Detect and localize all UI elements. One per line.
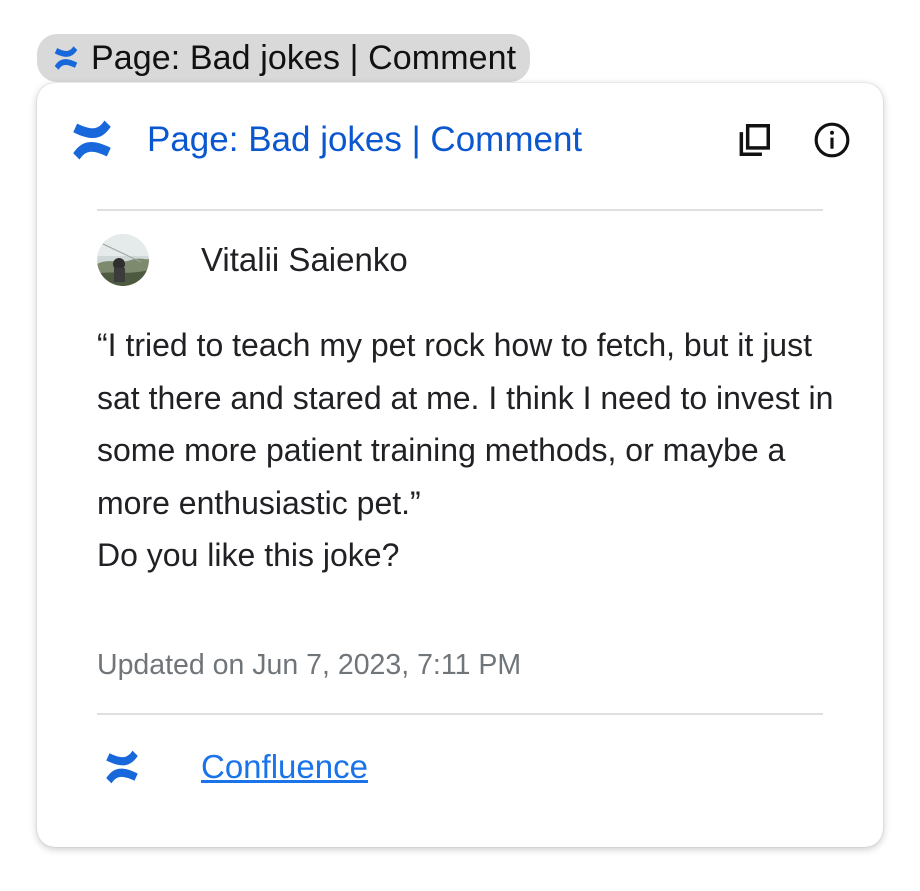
- card-header: Page: Bad jokes | Comment: [67, 111, 853, 169]
- header-divider: [97, 209, 823, 211]
- comment-quote: “I tried to teach my pet rock how to fet…: [97, 327, 834, 521]
- avatar: [97, 234, 149, 286]
- preview-card: Page: Bad jokes | Comment Vitalii Saienk…: [37, 83, 883, 847]
- author-name: Vitalii Saienko: [201, 241, 408, 278]
- smart-chip[interactable]: Page: Bad jokes | Comment: [37, 34, 531, 82]
- footer-divider: [97, 713, 823, 715]
- info-icon[interactable]: [813, 121, 851, 159]
- comment-question: Do you like this joke?: [97, 537, 400, 573]
- confluence-link[interactable]: Confluence: [201, 748, 368, 786]
- updated-timestamp: Updated on Jun 7, 2023, 7:11 PM: [97, 649, 522, 681]
- card-title[interactable]: Page: Bad jokes | Comment: [147, 120, 735, 160]
- confluence-logo-icon: [51, 43, 81, 73]
- footer-row: Confluence: [101, 741, 368, 793]
- comment-body: “I tried to teach my pet rock how to fet…: [97, 319, 837, 582]
- confluence-logo-icon: [67, 115, 117, 165]
- confluence-logo-icon: [101, 746, 143, 788]
- header-actions: [735, 121, 851, 159]
- author-row: Vitalii Saienko: [97, 234, 408, 286]
- chip-label: Page: Bad jokes | Comment: [91, 38, 517, 77]
- copy-icon[interactable]: [735, 121, 773, 159]
